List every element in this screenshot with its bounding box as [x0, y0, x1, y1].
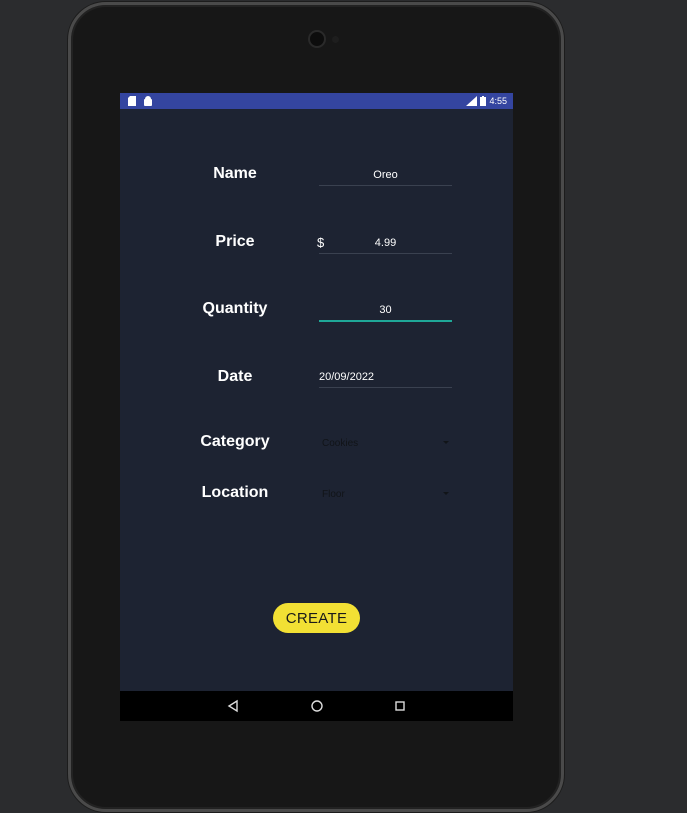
name-label: Name [213, 165, 257, 182]
android-icon [144, 96, 152, 106]
recents-icon[interactable] [393, 699, 407, 713]
sd-card-icon [128, 96, 136, 106]
price-field[interactable]: 4.99 [319, 233, 452, 254]
date-value: 20/09/2022 [319, 371, 375, 383]
create-button[interactable]: CREATE [273, 603, 360, 633]
app-screen: 4:55 Name Oreo Price $ 4.99 Quantity 30 … [120, 93, 513, 721]
camera-icon [308, 30, 326, 48]
clock: 4:55 [489, 96, 507, 106]
quantity-field[interactable]: 30 [319, 300, 452, 322]
category-selected: Cookies [322, 438, 359, 449]
name-field[interactable]: Oreo [319, 165, 452, 186]
price-label: Price [215, 233, 255, 250]
battery-icon [480, 96, 487, 106]
dropdown-arrow-icon [443, 441, 449, 444]
dropdown-arrow-icon [443, 492, 449, 495]
navigation-bar [120, 691, 513, 721]
date-field[interactable]: 20/09/2022 [319, 367, 452, 388]
location-selected: Floor [322, 489, 345, 500]
home-icon[interactable] [310, 699, 324, 713]
location-label: Location [201, 484, 269, 501]
sensor-dot [332, 36, 339, 43]
location-dropdown[interactable]: Floor [319, 484, 452, 504]
category-dropdown[interactable]: Cookies [319, 433, 452, 453]
date-label: Date [217, 368, 253, 385]
signal-icon [466, 96, 478, 106]
quantity-value: 30 [379, 304, 392, 316]
price-value: 4.99 [374, 237, 397, 249]
quantity-label: Quantity [202, 300, 268, 317]
name-value: Oreo [373, 169, 398, 181]
back-icon[interactable] [226, 699, 240, 713]
status-bar: 4:55 [120, 93, 513, 109]
category-label: Category [200, 433, 270, 450]
